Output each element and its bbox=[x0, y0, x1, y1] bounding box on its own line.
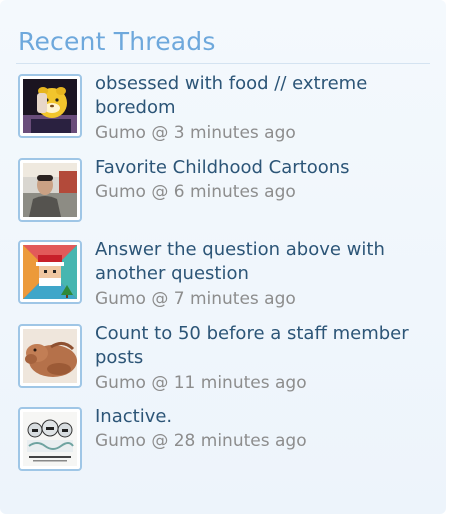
person-photo-avatar-icon bbox=[23, 163, 77, 217]
thread-avatar[interactable] bbox=[18, 407, 82, 471]
dog-photo-avatar-icon bbox=[23, 329, 77, 383]
thread-meta: Gumo @ 28 minutes ago bbox=[95, 429, 307, 453]
widget-title: Recent Threads bbox=[18, 27, 216, 56]
thread-time: 11 minutes ago bbox=[173, 373, 307, 393]
thread-avatar[interactable] bbox=[18, 324, 82, 388]
thread-time: 28 minutes ago bbox=[173, 431, 307, 451]
meta-separator: @ bbox=[151, 289, 169, 309]
thread-meta: Gumo @ 7 minutes ago bbox=[95, 287, 296, 311]
meta-separator: @ bbox=[151, 373, 169, 393]
meta-separator: @ bbox=[151, 123, 169, 143]
thread-meta: Gumo @ 6 minutes ago bbox=[95, 180, 296, 204]
thread-time: 6 minutes ago bbox=[173, 182, 296, 202]
pixel-santa-avatar-icon bbox=[23, 245, 77, 299]
illustration-avatar-icon bbox=[23, 412, 77, 466]
thread-title-link[interactable]: Count to 50 before a staff member posts bbox=[95, 322, 415, 370]
meta-separator: @ bbox=[151, 182, 169, 202]
thread-title-link[interactable]: obsessed with food // extreme boredom bbox=[95, 72, 415, 120]
thread-time: 7 minutes ago bbox=[173, 289, 296, 309]
recent-threads-widget: Recent Threads obsessed with food // ext… bbox=[0, 0, 446, 514]
thread-author[interactable]: Gumo bbox=[95, 289, 146, 309]
thread-author[interactable]: Gumo bbox=[95, 431, 146, 451]
thread-author[interactable]: Gumo bbox=[95, 123, 146, 143]
thread-author[interactable]: Gumo bbox=[95, 182, 146, 202]
meta-separator: @ bbox=[151, 431, 169, 451]
thread-meta: Gumo @ 11 minutes ago bbox=[95, 371, 307, 395]
thread-title-link[interactable]: Answer the question above with another q… bbox=[95, 238, 415, 286]
thread-avatar[interactable] bbox=[18, 158, 82, 222]
thread-title-link[interactable]: Inactive. bbox=[95, 405, 415, 429]
thread-time: 3 minutes ago bbox=[173, 123, 296, 143]
title-divider bbox=[16, 63, 430, 64]
thread-author[interactable]: Gumo bbox=[95, 373, 146, 393]
thread-avatar[interactable] bbox=[18, 74, 82, 138]
thread-avatar[interactable] bbox=[18, 240, 82, 304]
thread-meta: Gumo @ 3 minutes ago bbox=[95, 121, 296, 145]
cartoon-avatar-icon bbox=[23, 79, 77, 133]
thread-title-link[interactable]: Favorite Childhood Cartoons bbox=[95, 156, 415, 180]
